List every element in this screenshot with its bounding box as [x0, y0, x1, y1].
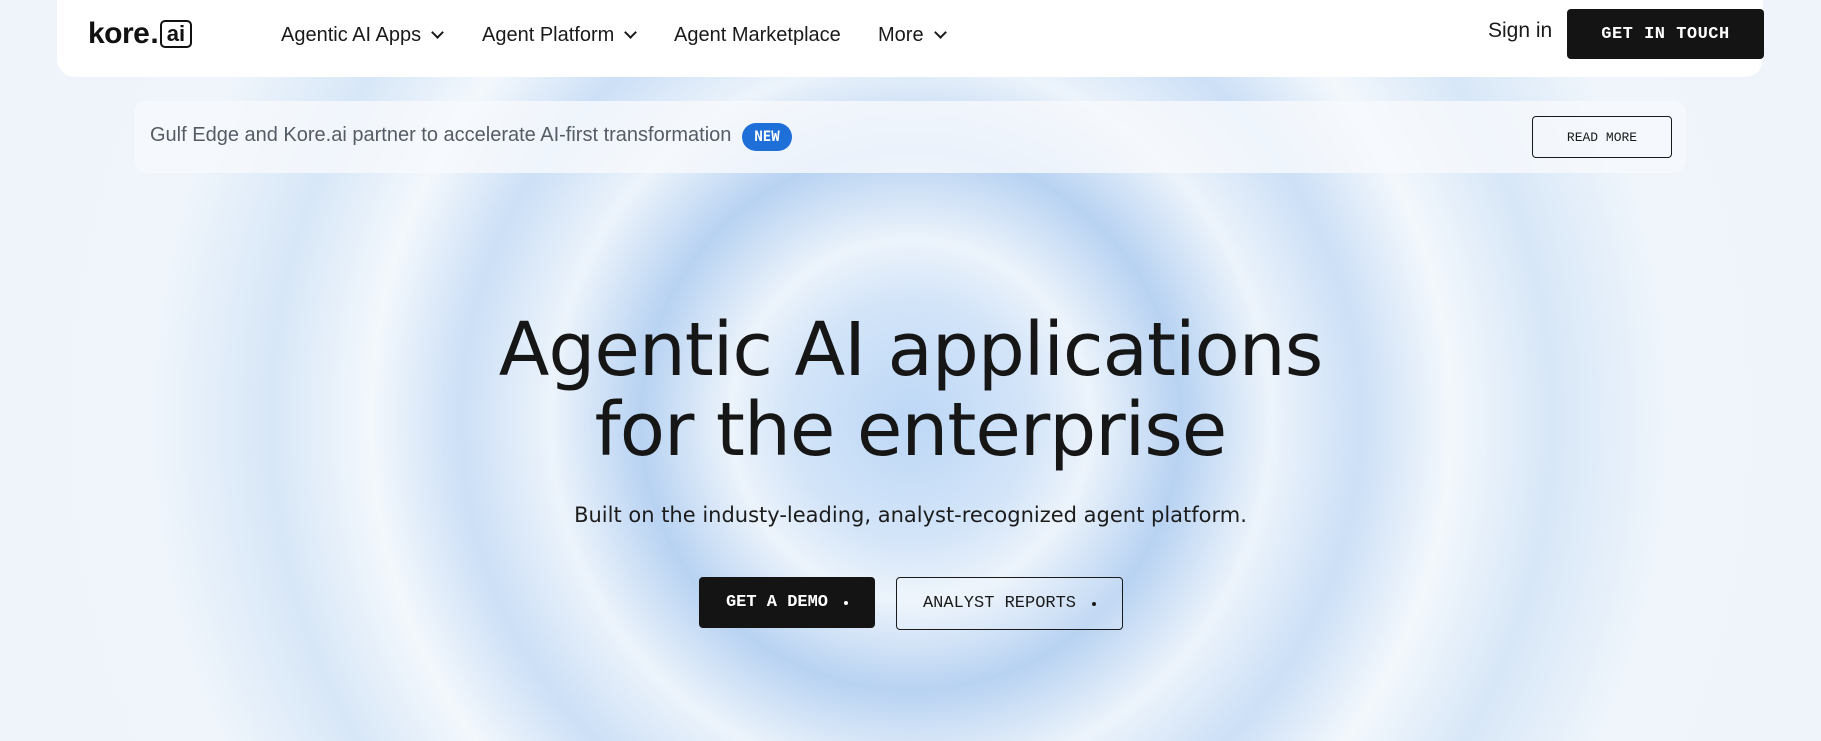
hero-subtitle: Built on the industy-leading, analyst-re… — [574, 503, 1247, 527]
kore-ai-logo[interactable]: kore . ai — [88, 17, 193, 50]
hero-title: Agentic AI applications for the enterpri… — [0, 310, 1821, 470]
sign-in-link[interactable]: Sign in — [1488, 19, 1552, 43]
top-navbar: kore . ai Agentic AI Apps Agent Platform… — [57, 0, 1764, 77]
announcement-banner: Gulf Edge and Kore.ai partner to acceler… — [134, 101, 1686, 173]
bullet-icon — [1092, 601, 1097, 606]
chevron-down-icon — [431, 25, 444, 39]
new-badge: NEW — [742, 123, 792, 151]
logo-ai-box: ai — [159, 20, 193, 48]
nav-label: More — [878, 23, 924, 46]
button-label: ANALYST REPORTS — [922, 594, 1077, 613]
nav-label: Agentic AI Apps — [281, 23, 422, 46]
nav-agent-platform[interactable]: Agent Platform — [482, 20, 638, 50]
hero-title-line-1: Agentic AI applications — [498, 307, 1324, 393]
bullet-icon — [844, 600, 849, 605]
nav-label: Agent Platform — [482, 23, 615, 46]
nav-more[interactable]: More — [878, 20, 947, 50]
analyst-reports-button[interactable]: ANALYST REPORTS — [896, 577, 1123, 630]
chevron-down-icon — [624, 25, 638, 39]
button-label: GET A DEMO — [725, 593, 829, 612]
logo-dot: . — [150, 17, 159, 50]
read-more-button[interactable]: READ MORE — [1532, 116, 1672, 158]
hero-title-line-2: for the enterprise — [594, 387, 1228, 473]
nav-label: Agent Marketplace — [674, 23, 841, 46]
chevron-down-icon — [933, 25, 947, 39]
nav-agentic-ai-apps[interactable]: Agentic AI Apps — [281, 20, 444, 50]
banner-text[interactable]: Gulf Edge and Kore.ai partner to acceler… — [150, 124, 731, 147]
get-in-touch-button[interactable]: GET IN TOUCH — [1567, 9, 1764, 59]
get-a-demo-button[interactable]: GET A DEMO — [699, 577, 875, 628]
logo-text: kore — [88, 17, 150, 50]
nav-agent-marketplace[interactable]: Agent Marketplace — [674, 20, 841, 50]
